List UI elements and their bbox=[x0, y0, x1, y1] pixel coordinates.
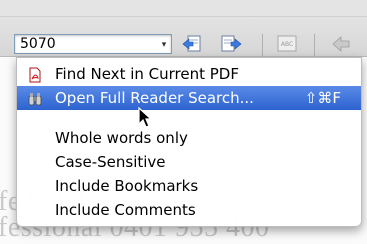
menu-item-find-next[interactable]: Find Next in Current PDF bbox=[17, 62, 361, 86]
menu-item-label: Open Full Reader Search... bbox=[55, 89, 254, 107]
pdf-icon bbox=[27, 66, 43, 83]
keyboard-shortcut: ⇧⌘F bbox=[304, 89, 341, 107]
menu-option-include-comments[interactable]: Include Comments bbox=[17, 198, 361, 222]
find-previous-icon[interactable] bbox=[182, 34, 204, 54]
menu-item-open-full-search[interactable]: Open Full Reader Search... ⇧⌘F bbox=[17, 86, 361, 110]
back-arrow-icon[interactable] bbox=[330, 34, 352, 54]
menu-option-label: Case-Sensitive bbox=[55, 153, 166, 171]
spell-check-icon[interactable]: ABC bbox=[276, 34, 298, 54]
menu-option-label: Whole words only bbox=[55, 129, 188, 147]
search-input[interactable]: 5070 bbox=[20, 36, 56, 52]
menu-item-label: Find Next in Current PDF bbox=[55, 65, 239, 83]
menu-option-whole-words[interactable]: Whole words only bbox=[17, 126, 361, 150]
toolbar-top-strip bbox=[0, 0, 367, 17]
search-combobox[interactable]: 5070 ▾ bbox=[14, 34, 172, 54]
toolbar: 5070 ▾ ABC bbox=[0, 0, 367, 57]
menu-option-include-bookmarks[interactable]: Include Bookmarks bbox=[17, 174, 361, 198]
toolbar-separator bbox=[262, 34, 263, 56]
svg-text:ABC: ABC bbox=[281, 41, 293, 48]
binoculars-icon bbox=[27, 90, 43, 106]
mouse-pointer-icon bbox=[138, 106, 154, 129]
menu-option-label: Include Bookmarks bbox=[55, 177, 199, 195]
search-options-menu: Find Next in Current PDF Open Full Reade… bbox=[16, 57, 362, 227]
chevron-down-icon[interactable]: ▾ bbox=[160, 39, 168, 49]
menu-option-case-sensitive[interactable]: Case-Sensitive bbox=[17, 150, 361, 174]
toolbar-separator bbox=[314, 34, 315, 56]
find-next-icon[interactable] bbox=[220, 34, 242, 54]
menu-option-label: Include Comments bbox=[55, 201, 196, 219]
